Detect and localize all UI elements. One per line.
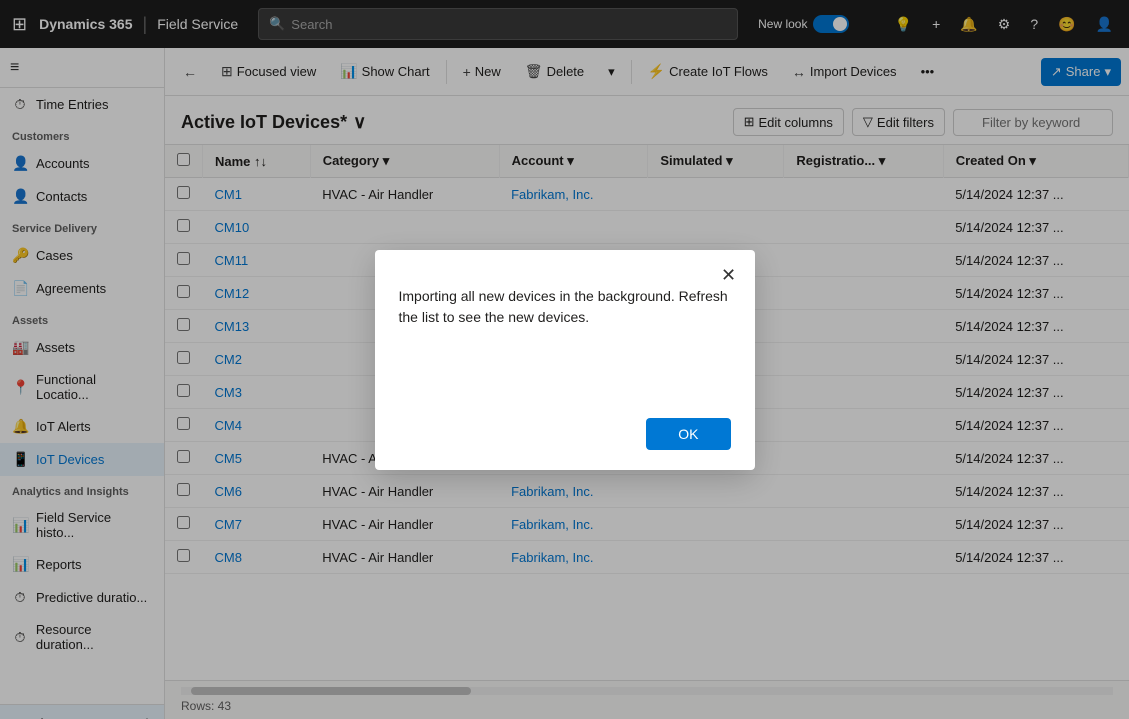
- modal-box: ✕ Importing all new devices in the backg…: [375, 250, 755, 470]
- modal-body: Importing all new devices in the backgro…: [399, 270, 731, 402]
- modal-close-button[interactable]: ✕: [715, 262, 743, 290]
- modal-close-icon: ✕: [721, 265, 736, 286]
- modal-footer: OK: [399, 402, 731, 450]
- modal-overlay[interactable]: ✕ Importing all new devices in the backg…: [0, 0, 1129, 719]
- modal-ok-button[interactable]: OK: [646, 418, 730, 450]
- modal-message: Importing all new devices in the backgro…: [399, 286, 731, 328]
- modal-ok-label: OK: [678, 426, 698, 442]
